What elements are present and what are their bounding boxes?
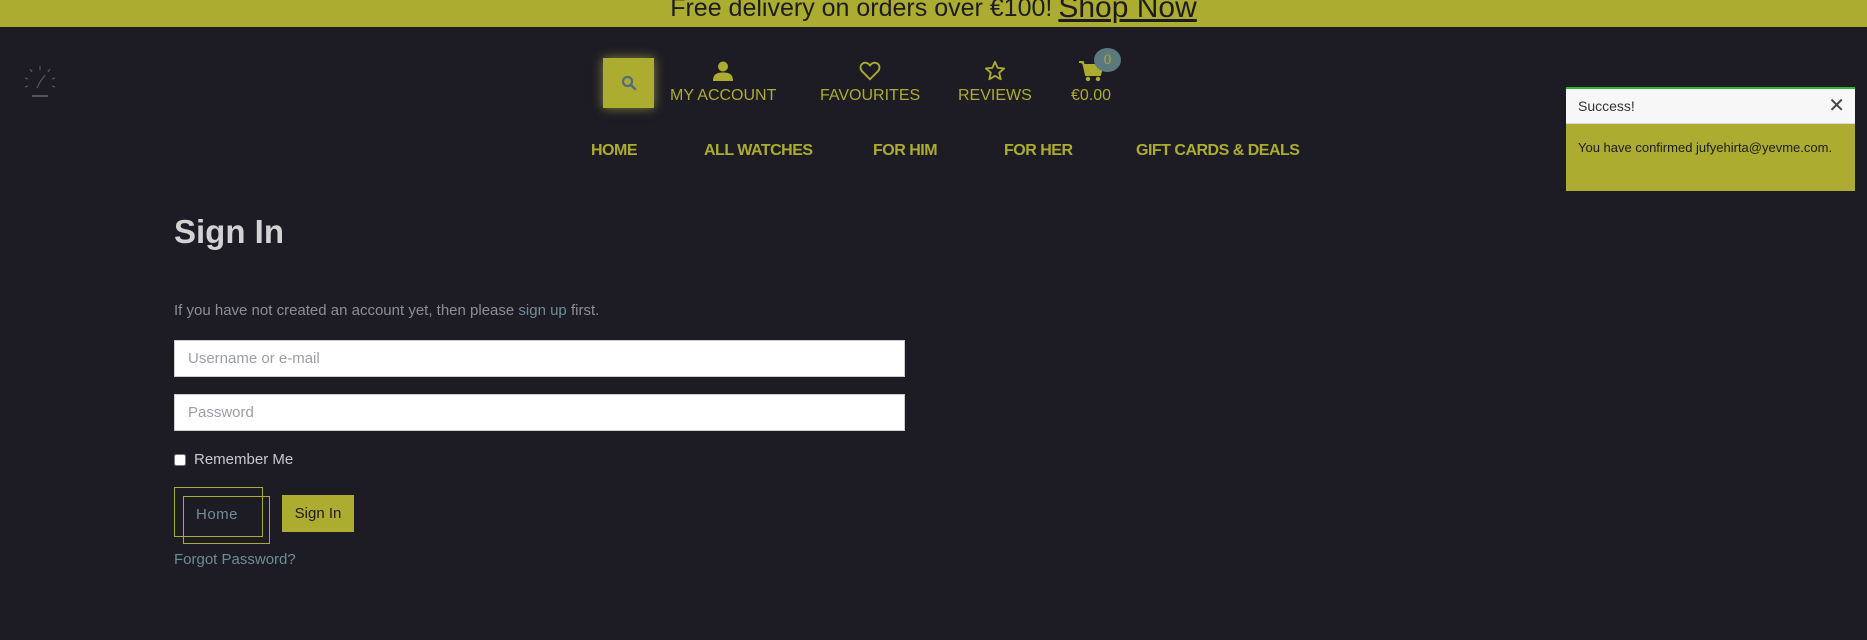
nav-home[interactable]: HOME [591,142,638,160]
search-button[interactable] [603,58,654,108]
intro-text-after: first. [566,302,600,319]
favourites-label: FAVOURITES [820,87,921,104]
username-field[interactable] [174,340,905,377]
forgot-password-link[interactable]: Forgot Password? [174,551,296,568]
promo-text: Free delivery on orders over €100! [670,0,1053,22]
nav-gift-cards[interactable]: GIFT CARDS & DEALS [1136,142,1300,160]
reviews-label: REVIEWS [958,87,1032,104]
logo[interactable] [22,64,58,100]
sign-up-link[interactable]: sign up [518,302,566,319]
user-icon [713,61,734,81]
remember-me-label: Remember Me [194,451,294,468]
clock-logo-icon [24,66,56,97]
sign-in-button[interactable]: Sign In [282,495,354,532]
success-toast: Success! ✕ You have confirmed jufyehirta… [1566,87,1855,191]
shop-now-link[interactable]: Shop Now [1058,0,1196,23]
remember-me[interactable]: Remember Me [174,451,293,468]
cart-count-badge: 0 [1094,48,1121,72]
home-button[interactable]: Home [174,487,270,544]
home-button-label: Home [196,506,239,523]
cart-total: €0.00 [1071,87,1112,104]
search-icon [621,75,636,91]
toast-message: You have confirmed jufyehirta@yevme.com. [1578,140,1833,155]
nav-for-her[interactable]: FOR HER [1004,142,1073,160]
remember-me-checkbox[interactable] [174,453,186,466]
star-icon [984,60,1005,81]
my-account-link[interactable]: MY ACCOUNT [670,60,776,105]
my-account-label: MY ACCOUNT [670,87,777,104]
heart-icon [859,61,881,81]
toast-header: Success! ✕ [1566,89,1855,124]
favourites-link[interactable]: FAVOURITES [820,60,920,105]
signup-intro: If you have not created an account yet, … [174,302,599,319]
nav-all-watches[interactable]: ALL WATCHES [704,142,813,160]
password-field[interactable] [174,394,905,431]
reviews-link[interactable]: REVIEWS [958,60,1032,105]
close-icon[interactable]: ✕ [1828,96,1845,116]
nav-for-him[interactable]: FOR HIM [873,142,938,160]
intro-text-before: If you have not created an account yet, … [174,302,519,319]
toast-title: Success! [1578,98,1635,114]
page-title: Sign In [174,213,284,250]
promo-bar: Free delivery on orders over €100! Shop … [0,0,1867,27]
